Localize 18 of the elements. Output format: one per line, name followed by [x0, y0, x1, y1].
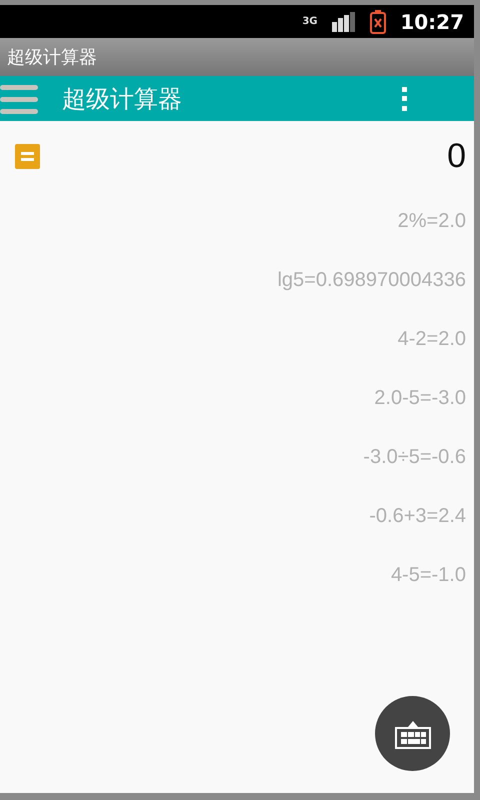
menu-icon[interactable] — [0, 82, 38, 114]
history-entry[interactable]: 4-2=2.0 — [398, 328, 466, 350]
history-entry[interactable]: 2.0-5=-3.0 — [374, 387, 466, 409]
keyboard-icon — [394, 718, 430, 748]
signal-icon — [332, 12, 356, 32]
history-entry[interactable]: -3.0÷5=-0.6 — [363, 446, 466, 468]
battery-icon — [370, 10, 386, 34]
network-type: 3G — [302, 16, 318, 26]
history-entry[interactable]: lg5=0.698970004336 — [277, 269, 466, 291]
history-entry[interactable]: 2%=2.0 — [398, 210, 466, 232]
history-entry[interactable]: -0.6+3=2.4 — [369, 505, 466, 527]
equals-icon[interactable] — [15, 144, 40, 169]
app-title: 超级计算器 — [62, 84, 183, 114]
result-display: 0 — [447, 137, 466, 176]
more-options-icon[interactable] — [402, 86, 408, 110]
clock: 10:27 — [400, 10, 464, 34]
history-entry[interactable]: 4-5=-1.0 — [390, 564, 466, 586]
window-title: 超级计算器 — [7, 46, 97, 69]
